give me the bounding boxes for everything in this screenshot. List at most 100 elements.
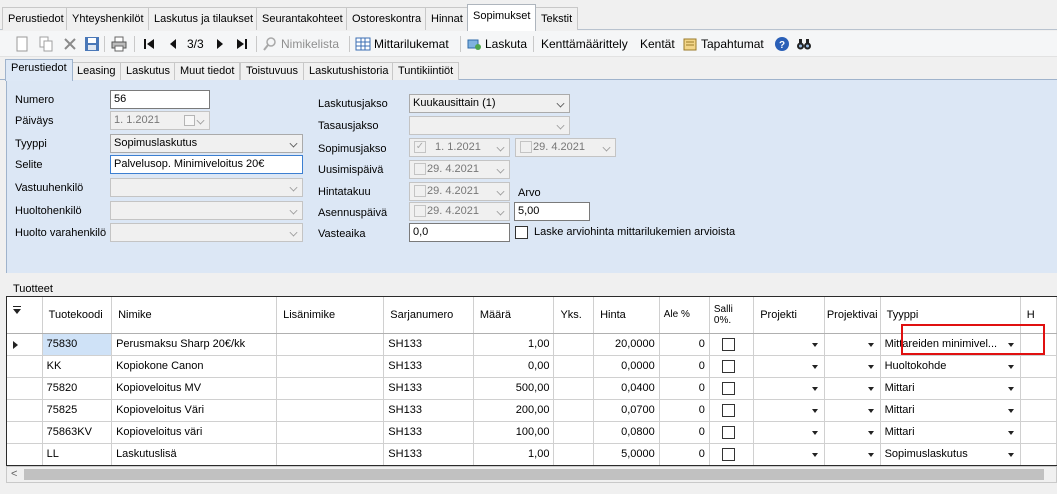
cell-hinta[interactable]: 0,0800 (593, 421, 660, 444)
cell-projekti[interactable] (753, 355, 825, 378)
cell-hinta[interactable]: 0,0000 (593, 355, 660, 378)
sopimusjakso-end-date[interactable]: 29. 4.2021 (515, 138, 616, 157)
table-row[interactable]: 75863KV Kopioveloitus väri SH133 100,00 0,08… (7, 421, 1057, 444)
subtab-muut-tiedot[interactable]: Muut tiedot (174, 62, 241, 80)
dropdown-arrow-icon[interactable] (811, 452, 818, 457)
cell-maara[interactable]: 500,00 (473, 377, 555, 400)
cell-nimike[interactable]: Kopioveloitus väri (111, 421, 278, 444)
cell-tyyppi[interactable]: Mittari (880, 421, 1021, 444)
cell-maara[interactable]: 100,00 (473, 421, 555, 444)
table-row[interactable]: KK Kopiokone Canon SH133 0,00 0,0000 0 Huoltok… (7, 355, 1057, 378)
cell-tuotekoodi[interactable]: 75830 (42, 333, 113, 356)
cell-lisanimike[interactable] (276, 421, 385, 444)
dropdown-arrow-icon[interactable] (867, 342, 874, 347)
cell-ale[interactable]: 0 (659, 421, 710, 444)
tab-ostoreskontra[interactable]: Ostoreskontra (346, 7, 428, 30)
cell-projektivaihe[interactable] (824, 333, 881, 356)
cell-ale[interactable]: 0 (659, 333, 710, 356)
cell-nimike[interactable]: Kopiokone Canon (111, 355, 278, 378)
cell-ale[interactable]: 0 (659, 377, 710, 400)
salli-checkbox[interactable] (721, 337, 735, 351)
dropdown-arrow-icon[interactable] (1007, 430, 1014, 435)
table-row[interactable]: LL Laskutuslisä SH133 1,00 5,0000 0 Sopimuslas… (7, 443, 1057, 465)
cell-h[interactable] (1020, 399, 1057, 422)
cell-sarjanumero[interactable]: SH133 (383, 421, 474, 444)
cell-projektivaihe[interactable] (824, 377, 881, 400)
hintatakuu-date[interactable]: 29. 4.2021 (409, 182, 510, 201)
cell-lisanimike[interactable] (276, 333, 385, 356)
mittarilukemat-button[interactable]: Mittarilukemat (355, 34, 449, 54)
cell-sarjanumero[interactable]: SH133 (383, 355, 474, 378)
copy-button[interactable] (38, 34, 57, 54)
cell-hinta[interactable]: 0,0400 (593, 377, 660, 400)
new-button[interactable] (14, 34, 33, 54)
dropdown-arrow-icon[interactable] (867, 452, 874, 457)
tapahtumat-button[interactable]: Tapahtumat (682, 34, 764, 54)
arvo-field[interactable]: 5,00 (514, 202, 590, 221)
cell-projekti[interactable] (753, 377, 825, 400)
vastuuhenkilo-select[interactable] (110, 178, 303, 197)
cell-h[interactable] (1020, 421, 1057, 444)
dropdown-arrow-icon[interactable] (811, 430, 818, 435)
cell-ale[interactable]: 0 (659, 355, 710, 378)
sopimusjakso-end-checkbox[interactable] (520, 141, 532, 153)
cell-salli[interactable] (709, 377, 755, 400)
uusimispaiva-checkbox[interactable] (414, 163, 426, 175)
column-header-projektivaihe[interactable]: Projektivai (824, 297, 881, 334)
column-header-hinta[interactable]: Hinta (593, 297, 660, 334)
table-row[interactable]: 75820 Kopioveloitus MV SH133 500,00 0,0400 0 M… (7, 377, 1057, 400)
laskutusjakso-select[interactable]: Kuukausittain (1) (409, 94, 570, 113)
cell-tyyppi[interactable]: Sopimuslaskutus (880, 443, 1021, 465)
subtab-laskutus[interactable]: Laskutus (120, 62, 177, 80)
cell-lisanimike[interactable] (276, 443, 385, 465)
cell-projektivaihe[interactable] (824, 399, 881, 422)
cell-tyyppi[interactable]: Mittari (880, 399, 1021, 422)
salli-checkbox[interactable] (721, 381, 735, 395)
vasteaika-field[interactable]: 0,0 (409, 223, 510, 242)
cell-sarjanumero[interactable]: SH133 (383, 377, 474, 400)
cell-maara[interactable]: 200,00 (473, 399, 555, 422)
cell-projektivaihe[interactable] (824, 443, 881, 465)
table-row[interactable]: 75830 Perusmaksu Sharp 20€/kk SH133 1,00 20,… (7, 333, 1057, 356)
cell-tuotekoodi[interactable]: LL (42, 443, 113, 465)
tab-laskutus-ja-tilaukset[interactable]: Laskutus ja tilaukset (148, 7, 260, 30)
laskuta-button[interactable]: Laskuta (466, 34, 527, 54)
cell-salli[interactable] (709, 355, 755, 378)
salli-checkbox[interactable] (721, 447, 735, 461)
dropdown-arrow-icon[interactable] (811, 386, 818, 391)
cell-nimike[interactable]: Kopioveloitus Väri (111, 399, 278, 422)
dropdown-arrow-icon[interactable] (867, 430, 874, 435)
dropdown-arrow-icon[interactable] (811, 342, 818, 347)
cell-projekti[interactable] (753, 399, 825, 422)
horizontal-scrollbar[interactable]: < (6, 466, 1057, 483)
cell-yks[interactable] (553, 443, 595, 465)
numero-field[interactable]: 56 (110, 90, 210, 109)
kenttamaarittely-button[interactable]: Kenttämäärittely (541, 34, 628, 54)
next-record-button[interactable] (212, 34, 231, 54)
column-header-yks[interactable]: Yks. (553, 297, 595, 334)
sopimusjakso-start-checkbox[interactable]: ✓ (414, 141, 426, 153)
salli-checkbox[interactable] (721, 425, 735, 439)
cell-ale[interactable]: 0 (659, 443, 710, 465)
row-header[interactable] (7, 333, 43, 356)
cell-hinta[interactable]: 20,0000 (593, 333, 660, 356)
tab-sopimukset[interactable]: Sopimukset (467, 4, 537, 31)
cell-h[interactable] (1020, 443, 1057, 465)
tyyppi-select[interactable]: Sopimuslaskutus (110, 134, 303, 153)
hintatakuu-checkbox[interactable] (414, 185, 426, 197)
cell-tyyppi[interactable]: Mittareiden minimivel... (880, 333, 1021, 356)
cell-tyyppi[interactable]: Huoltokohde (880, 355, 1021, 378)
dropdown-arrow-icon[interactable] (811, 408, 818, 413)
cell-nimike[interactable]: Perusmaksu Sharp 20€/kk (111, 333, 278, 356)
dropdown-arrow-icon[interactable] (811, 364, 818, 369)
subtab-laskutushistoria[interactable]: Laskutushistoria (303, 62, 395, 80)
cell-projektivaihe[interactable] (824, 355, 881, 378)
first-record-button[interactable] (141, 34, 160, 54)
cell-sarjanumero[interactable]: SH133 (383, 443, 474, 465)
selite-field[interactable]: Palvelusop. Minimiveloitus 20€ (110, 155, 303, 174)
find-button[interactable] (796, 34, 815, 54)
laske-arviohinta-checkbox[interactable] (515, 226, 528, 239)
column-header-sarjanumero[interactable]: Sarjanumero (383, 297, 474, 334)
cell-salli[interactable] (709, 443, 755, 465)
cell-lisanimike[interactable] (276, 399, 385, 422)
